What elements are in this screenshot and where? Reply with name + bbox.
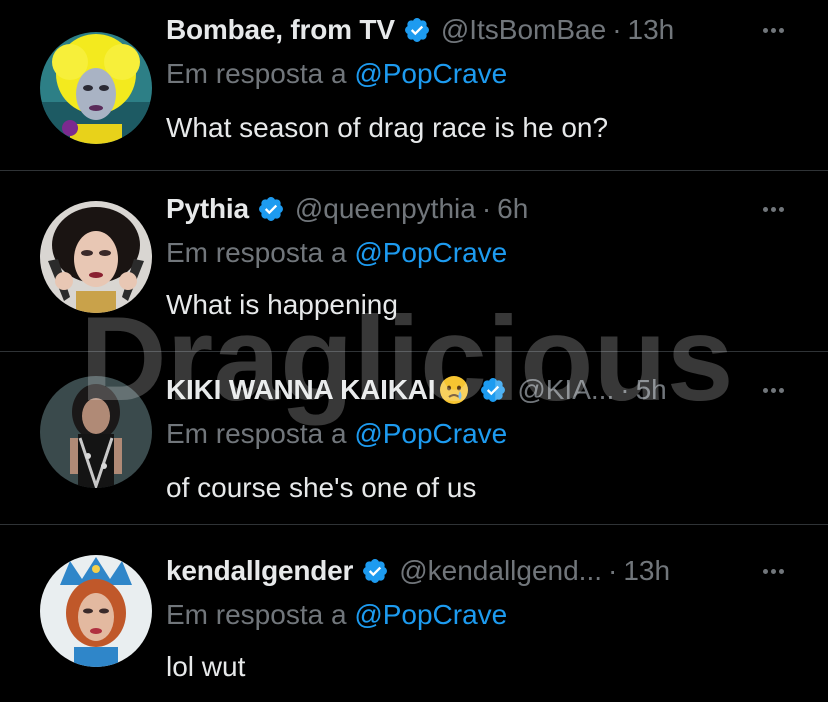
reply-mention-link[interactable]: @PopCrave — [354, 58, 507, 89]
more-dot-icon — [778, 387, 784, 393]
crying-face-emoji-icon — [440, 376, 469, 404]
avatar-dark-hair-icon — [40, 201, 152, 313]
verified-badge-icon — [404, 18, 429, 42]
avatar[interactable] — [40, 555, 152, 667]
separator-dot: · — [608, 555, 618, 586]
more-dot-icon — [762, 387, 768, 393]
reply-prefix: Em resposta a — [166, 237, 347, 268]
timestamp[interactable]: 13h — [623, 555, 670, 587]
more-dot-icon — [762, 27, 768, 33]
thread-gap — [0, 525, 828, 535]
more-options-button[interactable] — [758, 556, 788, 586]
tweet[interactable]: Bombae, from TV @ItsBomBae · 13h Em resp… — [0, 0, 828, 171]
more-dot-icon — [778, 206, 784, 212]
more-dot-icon — [770, 387, 776, 393]
tweet[interactable]: kendallgender @kendallgend... · 13h Em r… — [0, 535, 828, 702]
more-dot-icon — [762, 206, 768, 212]
tweet-header: Bombae, from TV @ItsBomBae · 13h — [166, 10, 788, 50]
more-dot-icon — [770, 568, 776, 574]
handle[interactable]: @KIA... — [517, 374, 614, 406]
tweet-header: KIKI WANNA KAIKAI @KIA... · 5h — [166, 370, 788, 410]
display-name[interactable]: kendallgender — [166, 555, 353, 587]
more-dot-icon — [778, 568, 784, 574]
verified-badge-icon — [363, 559, 388, 583]
tweet-header: Pythia @queenpythia · 6h — [166, 189, 788, 229]
reply-mention-link[interactable]: @PopCrave — [354, 599, 507, 630]
reply-context: Em resposta a @PopCrave — [166, 237, 507, 269]
reply-feed: Bombae, from TV @ItsBomBae · 13h Em resp… — [0, 0, 828, 702]
reply-context: Em resposta a @PopCrave — [166, 58, 507, 90]
reply-prefix: Em resposta a — [166, 58, 347, 89]
reply-prefix: Em resposta a — [166, 599, 347, 630]
reply-context: Em resposta a @PopCrave — [166, 599, 507, 631]
separator-dot: · — [620, 374, 630, 405]
avatar-black-outfit-icon — [40, 376, 152, 488]
verified-badge-icon — [481, 378, 506, 402]
tweet-text: lol wut — [166, 651, 246, 682]
more-dot-icon — [770, 206, 776, 212]
avatar[interactable] — [40, 376, 152, 488]
more-dot-icon — [778, 27, 784, 33]
avatar[interactable] — [40, 32, 152, 144]
handle[interactable]: @queenpythia — [295, 193, 476, 225]
timestamp[interactable]: 5h — [636, 374, 667, 406]
reply-mention-link[interactable]: @PopCrave — [354, 418, 507, 449]
more-dot-icon — [770, 27, 776, 33]
timestamp[interactable]: 6h — [497, 193, 528, 225]
timestamp[interactable]: 13h — [628, 14, 675, 46]
reply-context: Em resposta a @PopCrave — [166, 418, 507, 450]
tweet-text: What season of drag race is he on? — [166, 112, 609, 143]
more-options-button[interactable] — [758, 15, 788, 45]
display-name[interactable]: KIKI WANNA KAIKAI — [166, 374, 436, 406]
more-options-button[interactable] — [758, 194, 788, 224]
more-dot-icon — [762, 568, 768, 574]
tweet-text: of course she's one of us — [166, 472, 477, 503]
separator-dot: · — [481, 193, 492, 224]
tweet[interactable]: Pythia @queenpythia · 6h Em resposta a @… — [0, 171, 828, 352]
tweet-text: What is happening — [166, 289, 398, 320]
handle[interactable]: @kendallgend... — [399, 555, 602, 587]
display-name[interactable]: Pythia — [166, 193, 249, 225]
more-options-button[interactable] — [758, 375, 788, 405]
reply-mention-link[interactable]: @PopCrave — [354, 237, 507, 268]
avatar-blue-crown-icon — [40, 555, 152, 667]
tweet[interactable]: KIKI WANNA KAIKAI @KIA... · 5h Em respos… — [0, 352, 828, 525]
avatar-yellow-hair-icon — [40, 32, 152, 144]
handle[interactable]: @ItsBomBae — [441, 14, 606, 46]
display-name[interactable]: Bombae, from TV — [166, 14, 395, 46]
avatar[interactable] — [40, 201, 152, 313]
separator-dot: · — [612, 14, 622, 45]
verified-badge-icon — [258, 197, 283, 221]
reply-prefix: Em resposta a — [166, 418, 347, 449]
tweet-header: kendallgender @kendallgend... · 13h — [166, 551, 788, 591]
